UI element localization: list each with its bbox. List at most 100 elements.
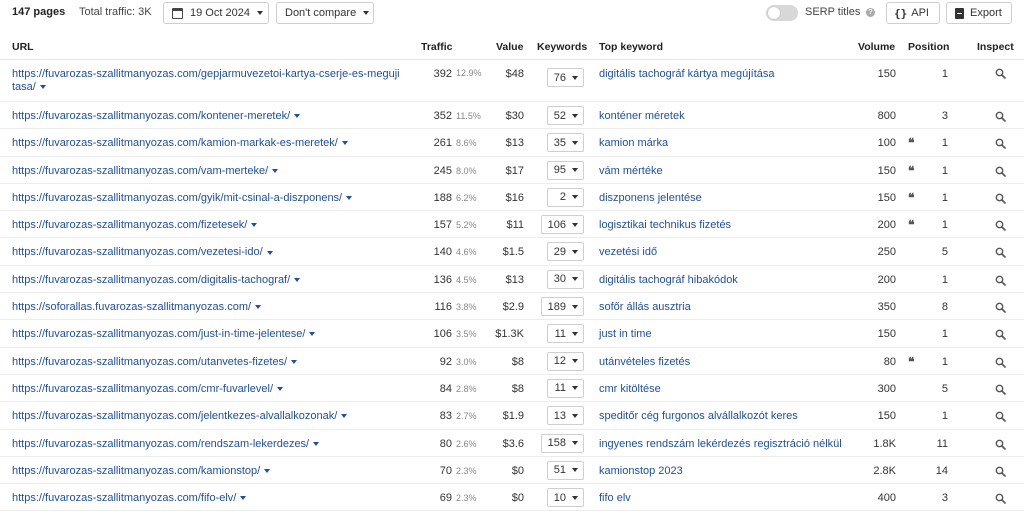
- chevron-down-icon[interactable]: [277, 387, 284, 392]
- search-icon[interactable]: [995, 68, 1006, 79]
- top-keyword-link[interactable]: just in time: [599, 328, 652, 340]
- help-icon[interactable]: ?: [866, 8, 875, 17]
- url-link[interactable]: https://fuvarozas-szallitmanyozas.com/ut…: [12, 356, 412, 369]
- url-link[interactable]: https://fuvarozas-szallitmanyozas.com/ka…: [12, 137, 412, 150]
- top-keyword-link[interactable]: ingyenes rendszám lekérdezés regisztráci…: [599, 438, 842, 450]
- chevron-down-icon[interactable]: [39, 85, 46, 90]
- top-keyword-link[interactable]: kamionstop 2023: [599, 465, 683, 477]
- keywords-dropdown[interactable]: 2: [547, 187, 584, 207]
- url-link[interactable]: https://fuvarozas-szallitmanyozas.com/ju…: [12, 328, 412, 341]
- keywords-dropdown[interactable]: 95: [547, 160, 584, 180]
- export-button[interactable]: Export: [946, 2, 1012, 24]
- keywords-dropdown[interactable]: 11: [547, 324, 584, 344]
- search-icon[interactable]: [995, 220, 1006, 231]
- search-icon[interactable]: [995, 247, 1006, 259]
- search-icon[interactable]: [995, 111, 1006, 122]
- column-header-value[interactable]: Value: [496, 41, 523, 53]
- keywords-dropdown[interactable]: 35: [547, 133, 584, 153]
- chevron-down-icon[interactable]: [294, 277, 301, 282]
- search-icon[interactable]: [995, 384, 1006, 395]
- url-link[interactable]: https://fuvarozas-szallitmanyozas.com/ka…: [12, 465, 412, 478]
- search-icon[interactable]: [995, 466, 1006, 477]
- keywords-dropdown[interactable]: 29: [547, 242, 584, 262]
- top-keyword-link[interactable]: utánvételes fizetés: [599, 356, 690, 368]
- traffic-value-usd: $1.9: [502, 410, 524, 423]
- keywords-dropdown[interactable]: 10: [547, 488, 584, 508]
- chevron-down-icon[interactable]: [272, 168, 279, 173]
- top-keyword-link[interactable]: speditőr cég furgonos alvállalkozót kere…: [599, 410, 798, 422]
- url-link[interactable]: https://fuvarozas-szallitmanyozas.com/ko…: [12, 110, 412, 123]
- serp-titles-label: SERP titles: [805, 6, 861, 18]
- chevron-down-icon[interactable]: [346, 195, 353, 200]
- top-keyword-link[interactable]: konténer méretek: [599, 110, 685, 122]
- url-link[interactable]: https://fuvarozas-szallitmanyozas.com/fi…: [12, 219, 412, 232]
- url-text: https://fuvarozas-szallitmanyozas.com/ka…: [12, 464, 261, 477]
- search-icon[interactable]: [995, 411, 1006, 423]
- top-keyword-link[interactable]: logisztikai technikus fizetés: [599, 219, 731, 231]
- api-button[interactable]: {} API: [886, 2, 940, 24]
- search-icon[interactable]: [995, 439, 1006, 450]
- top-keyword-link[interactable]: vám mértéke: [599, 165, 663, 177]
- top-keyword-link[interactable]: diszponens jelentése: [599, 192, 702, 204]
- top-keyword-link[interactable]: digitális tachográf hibakódok: [599, 274, 738, 286]
- url-link[interactable]: https://soforallas.fuvarozas-szallitmany…: [12, 301, 412, 314]
- url-link[interactable]: https://fuvarozas-szallitmanyozas.com/cm…: [12, 383, 412, 396]
- position-value: 1: [941, 68, 948, 80]
- chevron-down-icon[interactable]: [264, 468, 271, 473]
- url-link[interactable]: https://fuvarozas-szallitmanyozas.com/re…: [12, 438, 412, 451]
- url-link[interactable]: https://fuvarozas-szallitmanyozas.com/gy…: [12, 192, 412, 205]
- chevron-down-icon[interactable]: [291, 359, 298, 364]
- date-picker-button[interactable]: 19 Oct 2024: [163, 2, 269, 24]
- compare-dropdown[interactable]: Don't compare: [276, 2, 374, 24]
- url-link[interactable]: https://fuvarozas-szallitmanyozas.com/va…: [12, 165, 412, 178]
- serp-titles-toggle[interactable]: [766, 5, 798, 21]
- search-icon[interactable]: [995, 138, 1006, 150]
- keywords-dropdown[interactable]: 30: [547, 269, 584, 289]
- column-header-top-keyword[interactable]: Top keyword: [599, 41, 663, 53]
- keywords-dropdown[interactable]: 76: [547, 68, 584, 87]
- keywords-dropdown[interactable]: 158: [541, 433, 584, 453]
- keywords-dropdown[interactable]: 13: [547, 406, 584, 426]
- search-icon[interactable]: [995, 166, 1006, 177]
- keywords-dropdown[interactable]: 106: [541, 215, 584, 235]
- chevron-down-icon[interactable]: [251, 223, 258, 228]
- top-keyword-link[interactable]: kamion márka: [599, 137, 668, 149]
- search-icon[interactable]: [995, 329, 1006, 341]
- url-link[interactable]: https://fuvarozas-szallitmanyozas.com/di…: [12, 274, 412, 287]
- search-icon[interactable]: [995, 357, 1006, 368]
- column-header-keywords[interactable]: Keywords: [537, 41, 587, 53]
- chevron-down-icon[interactable]: [313, 441, 320, 446]
- url-link[interactable]: https://fuvarozas-szallitmanyozas.com/ve…: [12, 246, 412, 259]
- search-icon[interactable]: [995, 493, 1006, 504]
- keywords-dropdown[interactable]: 11: [547, 378, 584, 398]
- search-icon[interactable]: [995, 275, 1006, 286]
- top-keyword-link[interactable]: vezetési idő: [599, 246, 657, 258]
- column-header-url[interactable]: URL: [12, 41, 34, 53]
- keywords-count: 11: [554, 327, 566, 340]
- chevron-down-icon[interactable]: [266, 250, 273, 255]
- url-link[interactable]: https://fuvarozas-szallitmanyozas.com/fi…: [12, 492, 412, 505]
- top-keyword-link[interactable]: sofőr állás ausztria: [599, 301, 691, 313]
- top-keyword-link[interactable]: cmr kitöltése: [599, 383, 661, 395]
- column-header-volume[interactable]: Volume: [858, 41, 895, 53]
- keywords-dropdown[interactable]: 52: [547, 106, 584, 125]
- keywords-dropdown[interactable]: 12: [547, 351, 584, 371]
- chevron-down-icon[interactable]: [341, 141, 348, 146]
- url-link[interactable]: https://fuvarozas-szallitmanyozas.com/ge…: [12, 68, 412, 94]
- traffic-value: 106: [433, 328, 452, 341]
- chevron-down-icon[interactable]: [294, 114, 301, 119]
- chevron-down-icon[interactable]: [255, 305, 262, 310]
- top-keyword-link[interactable]: fifo elv: [599, 492, 631, 504]
- top-keyword-link[interactable]: digitális tachográf kártya megújítása: [599, 68, 774, 80]
- chevron-down-icon[interactable]: [341, 414, 348, 419]
- position-value: 1: [941, 328, 948, 341]
- search-icon[interactable]: [995, 193, 1006, 204]
- column-header-traffic[interactable]: Traffic: [421, 41, 453, 53]
- keywords-dropdown[interactable]: 189: [541, 297, 584, 317]
- keywords-dropdown[interactable]: 51: [547, 460, 584, 480]
- chevron-down-icon[interactable]: [309, 332, 316, 337]
- column-header-position[interactable]: Position: [908, 41, 949, 53]
- search-icon[interactable]: [995, 302, 1006, 313]
- url-link[interactable]: https://fuvarozas-szallitmanyozas.com/je…: [12, 410, 412, 423]
- chevron-down-icon[interactable]: [240, 496, 247, 501]
